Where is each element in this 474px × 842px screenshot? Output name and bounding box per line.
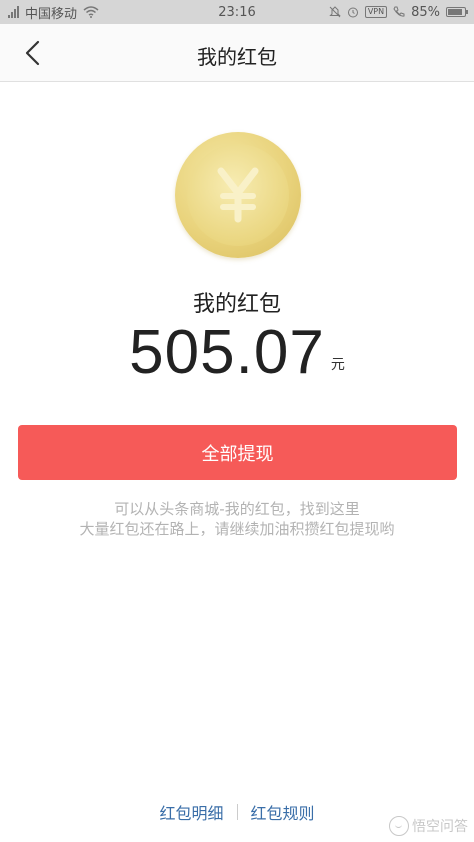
wifi-icon bbox=[83, 6, 99, 18]
page-title: 我的红包 bbox=[197, 45, 277, 69]
withdraw-all-button[interactable]: 全部提现 bbox=[18, 425, 457, 480]
footer-divider bbox=[236, 804, 238, 820]
nav-bar: 我的红包 bbox=[0, 24, 474, 82]
watermark-text: 悟空问答 bbox=[412, 819, 468, 835]
battery-icon bbox=[446, 7, 468, 17]
balance-display: 505.07 元 bbox=[0, 318, 474, 388]
carrier-name: 中国移动 bbox=[25, 6, 78, 22]
status-bar: 中国移动 23:16 VPN 85% bbox=[0, 0, 474, 24]
signal-icon bbox=[8, 6, 19, 18]
wallet-label: 我的红包 bbox=[192, 292, 281, 317]
call-icon bbox=[393, 6, 405, 17]
battery-percent: 85% bbox=[411, 4, 440, 20]
hint-text-line2: 大量红包还在路上，请继续加油积攒红包提现哟 bbox=[79, 520, 395, 538]
yen-symbol-icon bbox=[217, 167, 259, 223]
coin-icon bbox=[175, 132, 301, 258]
watermark-logo-icon bbox=[389, 816, 409, 836]
details-link[interactable]: 红包明细 bbox=[159, 800, 223, 824]
balance-unit: 元 bbox=[330, 357, 345, 373]
rules-link[interactable]: 红包规则 bbox=[251, 800, 315, 824]
status-left: 中国移动 bbox=[8, 3, 99, 22]
watermark: 悟空问答 bbox=[389, 816, 468, 836]
hint-text-line1: 可以从头条商城-我的红包，找到这里 bbox=[114, 500, 360, 518]
status-right: VPN 85% bbox=[329, 4, 468, 20]
vpn-badge: VPN bbox=[364, 6, 388, 18]
mute-icon bbox=[329, 6, 341, 18]
balance-amount: 505.07 bbox=[129, 318, 325, 387]
alarm-icon bbox=[347, 7, 358, 18]
